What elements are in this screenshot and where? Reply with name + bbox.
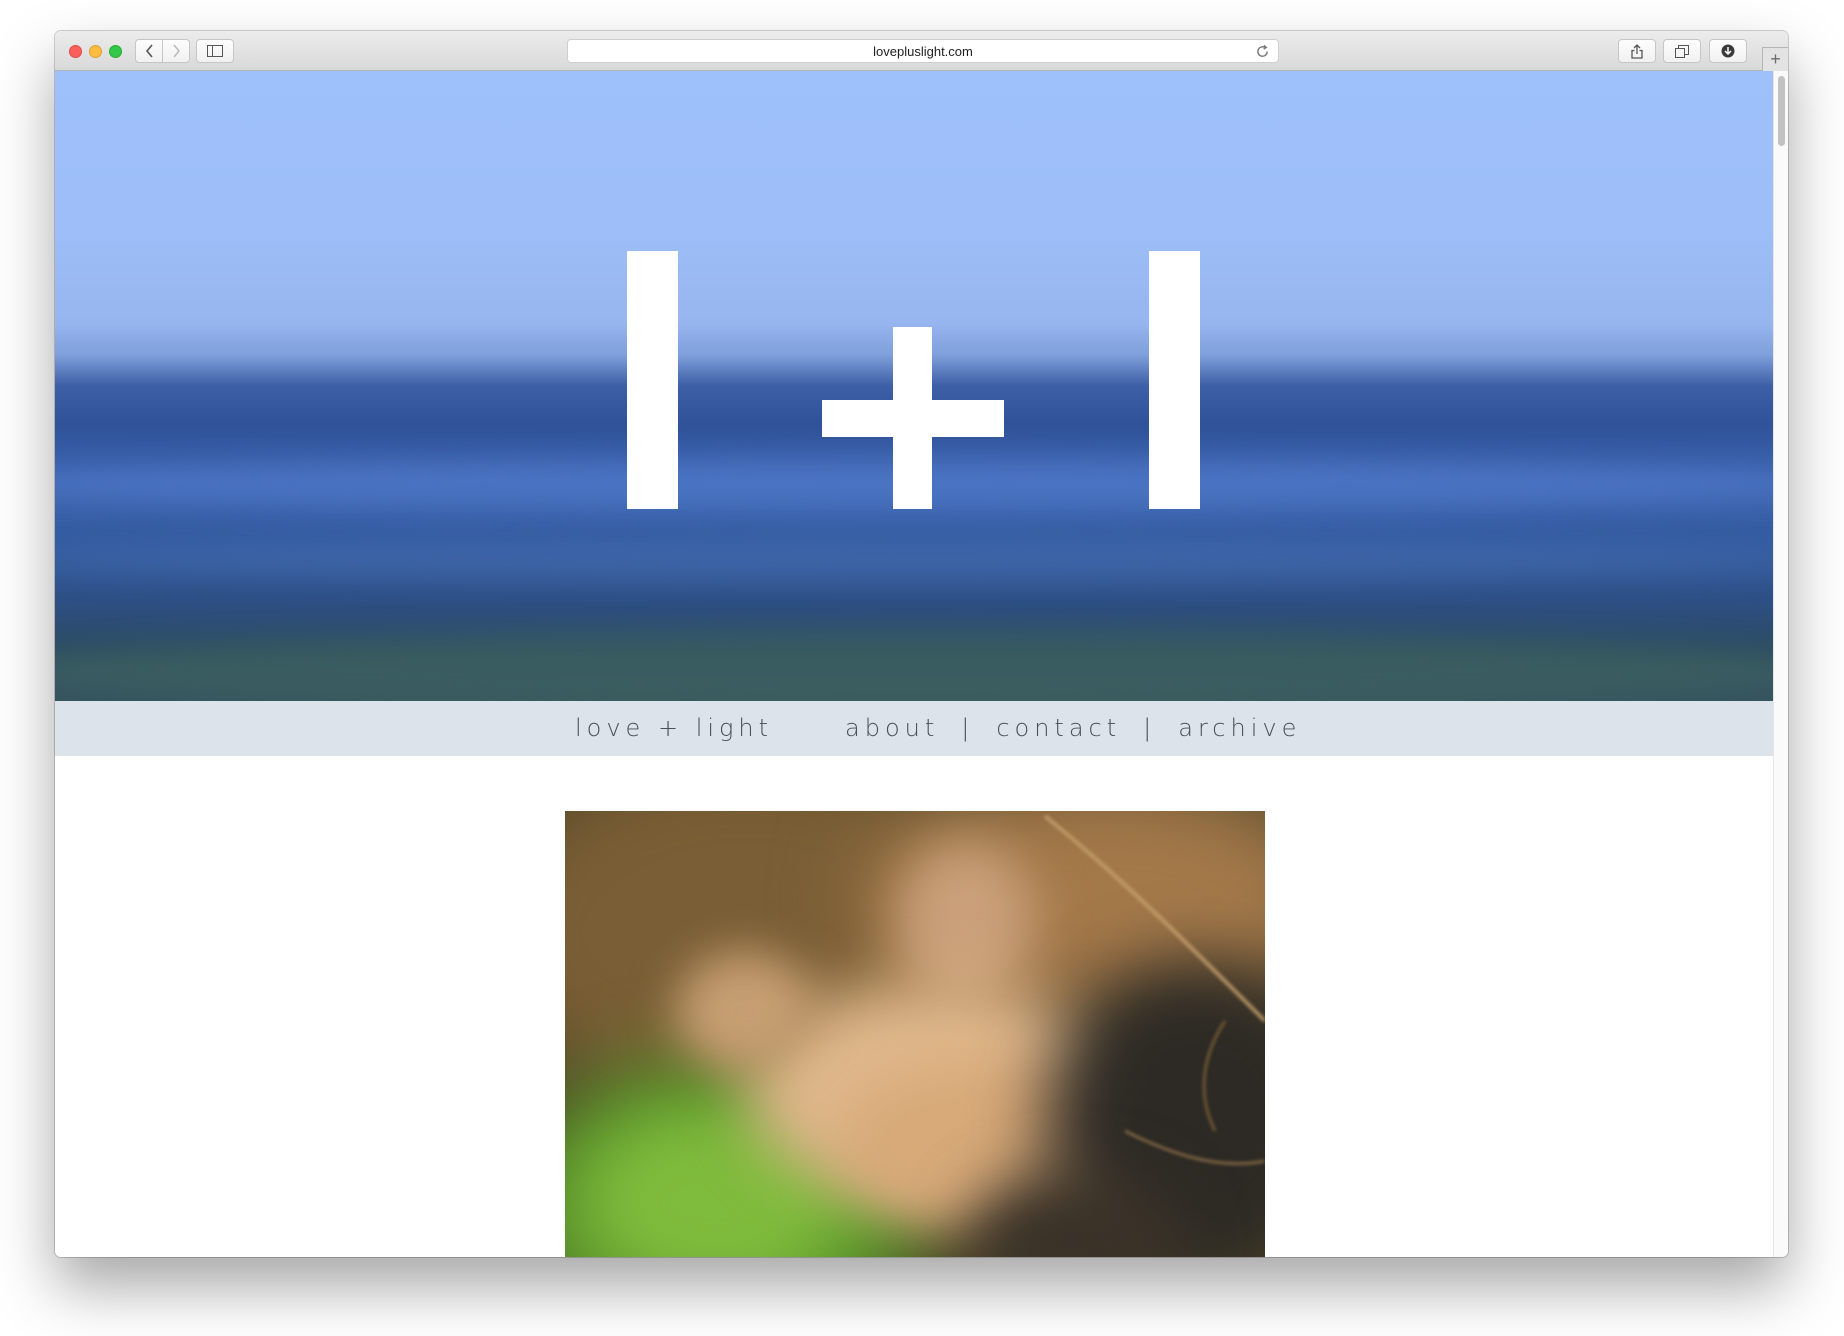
nav-link-contact[interactable]: contact [996,714,1121,742]
nav-link-archive[interactable]: archive [1178,714,1301,742]
brand-link[interactable]: love + light [575,714,773,742]
maximize-window-button[interactable] [109,45,122,58]
share-button[interactable] [1618,39,1656,63]
chevron-left-icon [145,44,153,58]
plus-icon: + [1770,49,1781,69]
logo-letter-l-right [1149,251,1200,509]
browser-toolbar: lovepluslight.com + [55,31,1788,71]
site-nav-bar: love + light about | contact | archive [55,701,1773,756]
reload-icon[interactable] [1255,44,1270,59]
download-icon [1721,44,1735,58]
sidebar-icon [207,45,223,57]
scrollbar-thumb[interactable] [1778,76,1785,146]
show-tabs-button[interactable] [1663,39,1701,63]
hero-banner [55,71,1773,701]
site-logo[interactable] [55,71,1773,701]
nav-separator: | [961,714,975,742]
new-tab-button[interactable]: + [1762,47,1788,71]
photo-grass-strands [1043,814,1265,1166]
nav-separator: | [1143,714,1157,742]
logo-plus-horizontal [822,400,1004,437]
nav-link-about[interactable]: about [845,714,939,742]
tabs-icon [1675,44,1689,58]
logo-letter-l-left [627,251,678,509]
chevron-right-icon [172,44,180,58]
post-photo[interactable] [565,811,1265,1257]
url-text: lovepluslight.com [873,43,973,59]
nav-links: about | contact | archive [845,714,1301,742]
close-window-button[interactable] [69,45,82,58]
page-scrollbar[interactable] [1773,71,1788,1257]
sidebar-toggle-button[interactable] [196,39,234,63]
address-bar[interactable]: lovepluslight.com [567,39,1279,63]
share-icon [1631,43,1643,59]
downloads-button[interactable] [1709,39,1747,63]
forward-button[interactable] [162,39,190,63]
browser-window: lovepluslight.com + love + light about |… [55,31,1788,1257]
minimize-window-button[interactable] [89,45,102,58]
page-viewport: love + light about | contact | archive [55,71,1773,1257]
back-button[interactable] [135,39,163,63]
